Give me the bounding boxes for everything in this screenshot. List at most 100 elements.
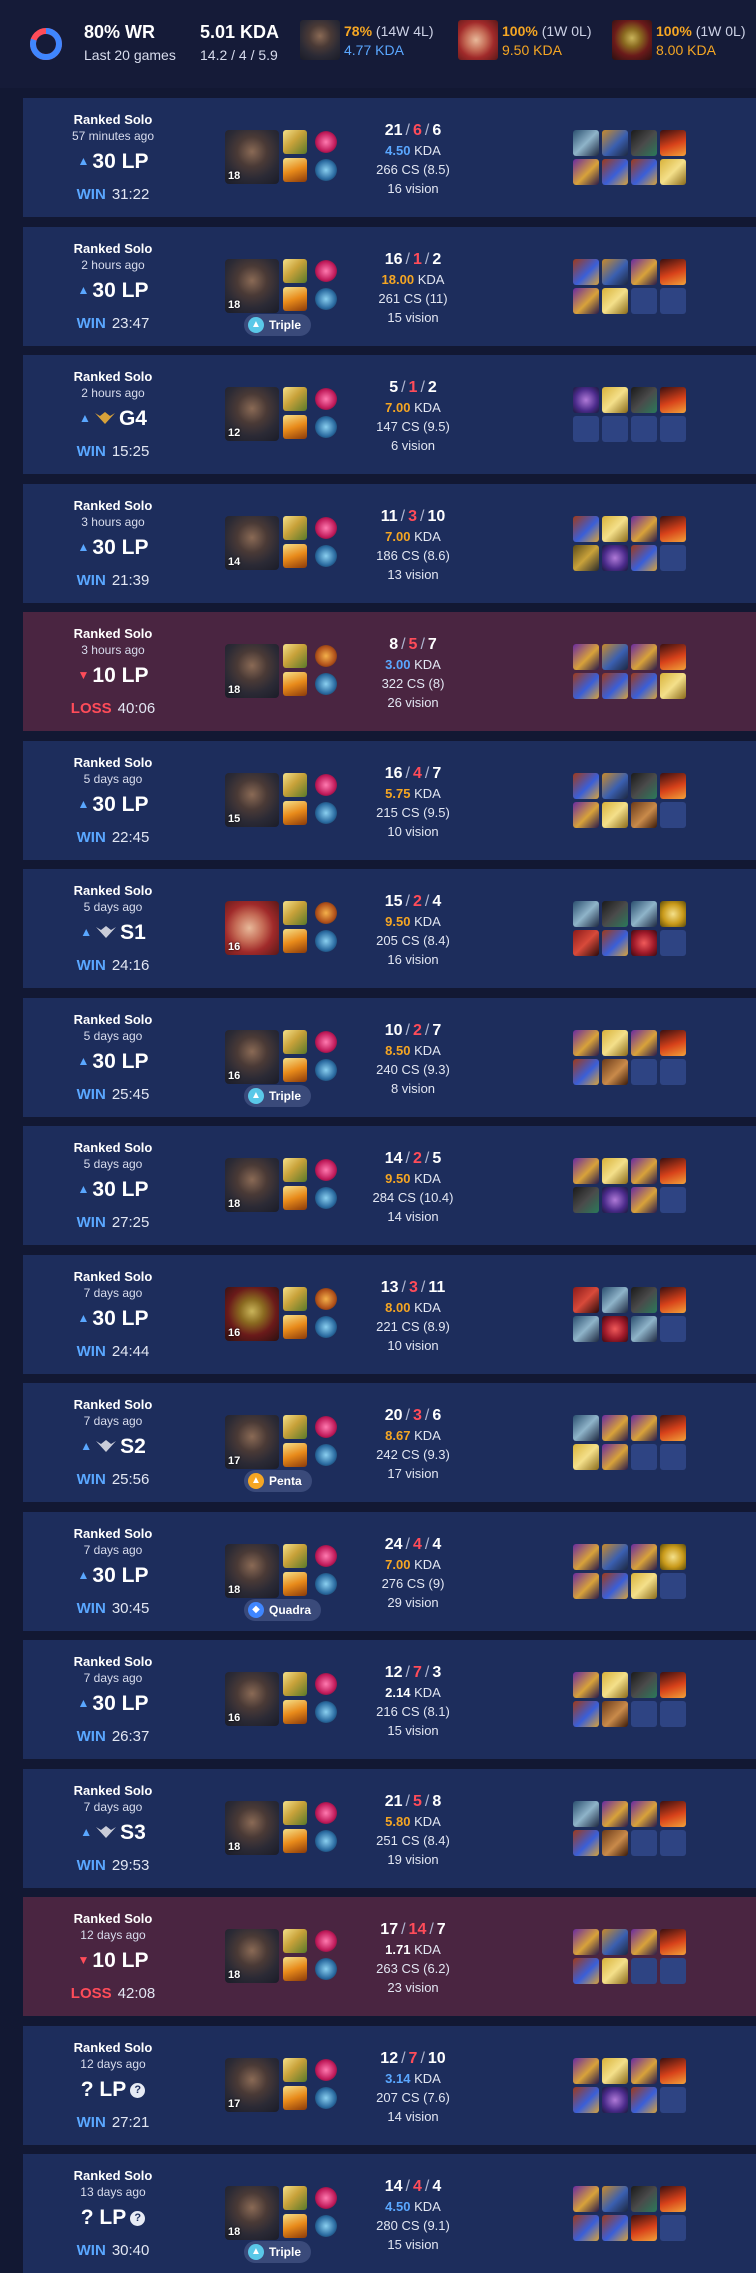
item-hat-icon[interactable] (573, 159, 599, 185)
item-volcano-icon[interactable] (660, 1415, 686, 1441)
match-row[interactable]: Ranked Solo 7 days ago ▲ 30 LP WIN 24:44 16 13/… (23, 1255, 756, 1374)
empty-item-slot[interactable] (631, 1830, 657, 1856)
match-row[interactable]: Ranked Solo 5 days ago ▲ S1 WIN 24:16 16 15/2/4… (23, 869, 756, 988)
item-boots-icon[interactable] (602, 644, 628, 670)
item-cape-icon[interactable] (631, 2087, 657, 2113)
match-row[interactable]: Ranked Solo 7 days ago ▲ 30 LP WIN 26:37 16 12/… (23, 1640, 756, 1759)
item-cape-icon[interactable] (602, 159, 628, 185)
item-ward-icon[interactable] (602, 516, 628, 542)
item-boots-icon[interactable] (602, 259, 628, 285)
item-hat-icon[interactable] (573, 1544, 599, 1570)
item-shadow-icon[interactable] (602, 901, 628, 927)
item-hat-icon[interactable] (602, 1801, 628, 1827)
item-cape-icon[interactable] (573, 1958, 599, 1984)
match-row[interactable]: Ranked Solo 7 days ago ▲ 30 LP WIN 30:45 18 ◆ Qu… (23, 1512, 756, 1631)
item-sword-icon[interactable] (573, 1415, 599, 1441)
help-icon[interactable]: ? (130, 2211, 146, 2226)
item-volcano-icon[interactable] (660, 1929, 686, 1955)
match-row[interactable]: Ranked Solo 13 days ago ? LP? WIN 30:40 18 ▲ Tr… (23, 2154, 756, 2273)
empty-item-slot[interactable] (573, 416, 599, 442)
item-ward-icon[interactable] (573, 1444, 599, 1470)
item-volcano-icon[interactable] (660, 387, 686, 413)
empty-item-slot[interactable] (631, 1059, 657, 1085)
empty-item-slot[interactable] (631, 1958, 657, 1984)
item-gem-icon[interactable] (602, 1316, 628, 1342)
item-boots-icon[interactable] (602, 773, 628, 799)
item-volcano-icon[interactable] (660, 1030, 686, 1056)
item-shield-icon[interactable] (573, 545, 599, 571)
item-hat-icon[interactable] (631, 2058, 657, 2084)
empty-item-slot[interactable] (631, 1444, 657, 1470)
item-boots-icon[interactable] (602, 130, 628, 156)
item-volcano-icon[interactable] (660, 644, 686, 670)
item-cape-icon[interactable] (573, 1830, 599, 1856)
item-shadow-icon[interactable] (573, 1187, 599, 1213)
item-cape-icon[interactable] (573, 773, 599, 799)
item-cape-icon[interactable] (602, 673, 628, 699)
item-hat-icon[interactable] (631, 259, 657, 285)
empty-item-slot[interactable] (660, 1444, 686, 1470)
item-hat-icon[interactable] (573, 2058, 599, 2084)
match-row[interactable]: Ranked Solo 3 hours ago ▼ 10 LP LOSS 40:06 18 8… (23, 612, 756, 731)
match-row[interactable]: Ranked Solo 7 days ago ▲ S3 WIN 29:53 18 21/5/8… (23, 1769, 756, 1888)
item-hat-icon[interactable] (573, 802, 599, 828)
item-cape-icon[interactable] (631, 673, 657, 699)
item-volcano-icon[interactable] (660, 1801, 686, 1827)
item-sword-icon[interactable] (602, 1287, 628, 1313)
item-book-icon[interactable] (602, 1059, 628, 1085)
match-row[interactable]: Ranked Solo 2 hours ago ▲ 30 LP WIN 23:47 18 ▲ T… (23, 227, 756, 346)
item-volcano-icon[interactable] (660, 1672, 686, 1698)
item-book-icon[interactable] (631, 802, 657, 828)
item-sword-icon[interactable] (573, 1316, 599, 1342)
item-golden-icon[interactable] (660, 901, 686, 927)
item-volcano-icon[interactable] (660, 1287, 686, 1313)
item-shadow-icon[interactable] (631, 1287, 657, 1313)
item-volcano-icon[interactable] (660, 516, 686, 542)
item-book-icon[interactable] (602, 1830, 628, 1856)
item-sword-icon[interactable] (573, 1801, 599, 1827)
item-ward-icon[interactable] (660, 159, 686, 185)
empty-item-slot[interactable] (660, 1187, 686, 1213)
item-orb-icon[interactable] (573, 387, 599, 413)
item-cape-icon[interactable] (573, 1701, 599, 1727)
empty-item-slot[interactable] (660, 1316, 686, 1342)
empty-item-slot[interactable] (631, 1701, 657, 1727)
item-ward-icon[interactable] (602, 802, 628, 828)
item-hat-icon[interactable] (631, 644, 657, 670)
item-volcano-icon[interactable] (660, 2186, 686, 2212)
empty-item-slot[interactable] (602, 416, 628, 442)
item-hat-icon[interactable] (573, 1929, 599, 1955)
item-hat-icon[interactable] (573, 1573, 599, 1599)
empty-item-slot[interactable] (660, 1573, 686, 1599)
item-volcano-icon[interactable] (660, 2058, 686, 2084)
item-orb-icon[interactable] (602, 545, 628, 571)
item-golden-icon[interactable] (660, 1544, 686, 1570)
item-hat-icon[interactable] (573, 2186, 599, 2212)
match-row[interactable]: Ranked Solo 2 hours ago ▲ G4 WIN 15:25 12 5/1/2… (23, 355, 756, 474)
item-boots-icon[interactable] (602, 2186, 628, 2212)
item-ward-icon[interactable] (602, 1958, 628, 1984)
item-cape-icon[interactable] (602, 2215, 628, 2241)
item-volcano-icon[interactable] (660, 773, 686, 799)
item-ward-icon[interactable] (602, 2058, 628, 2084)
help-icon[interactable]: ? (130, 2083, 146, 2098)
match-row[interactable]: Ranked Solo 12 days ago ▼ 10 LP LOSS 42:08 18 1… (23, 1897, 756, 2016)
empty-item-slot[interactable] (660, 1958, 686, 1984)
item-sword-icon[interactable] (573, 901, 599, 927)
item-ward-icon[interactable] (631, 1573, 657, 1599)
empty-item-slot[interactable] (660, 2087, 686, 2113)
item-hat-icon[interactable] (573, 288, 599, 314)
item-cape-icon[interactable] (573, 1059, 599, 1085)
item-ward-icon[interactable] (602, 387, 628, 413)
item-hat-icon[interactable] (573, 1672, 599, 1698)
item-cape-icon[interactable] (602, 930, 628, 956)
item-hat-icon[interactable] (602, 1415, 628, 1441)
match-row[interactable]: Ranked Solo 3 hours ago ▲ 30 LP WIN 21:39 14 11… (23, 484, 756, 603)
item-cape-icon[interactable] (573, 673, 599, 699)
empty-item-slot[interactable] (631, 416, 657, 442)
item-volcano-icon[interactable] (660, 1158, 686, 1184)
match-row[interactable]: Ranked Solo 5 days ago ▲ 30 LP WIN 25:45 16 ▲ Tr… (23, 998, 756, 1117)
match-row[interactable]: Ranked Solo 5 days ago ▲ 30 LP WIN 27:25 18 14/… (23, 1126, 756, 1245)
item-gem-icon[interactable] (631, 930, 657, 956)
empty-item-slot[interactable] (660, 1701, 686, 1727)
